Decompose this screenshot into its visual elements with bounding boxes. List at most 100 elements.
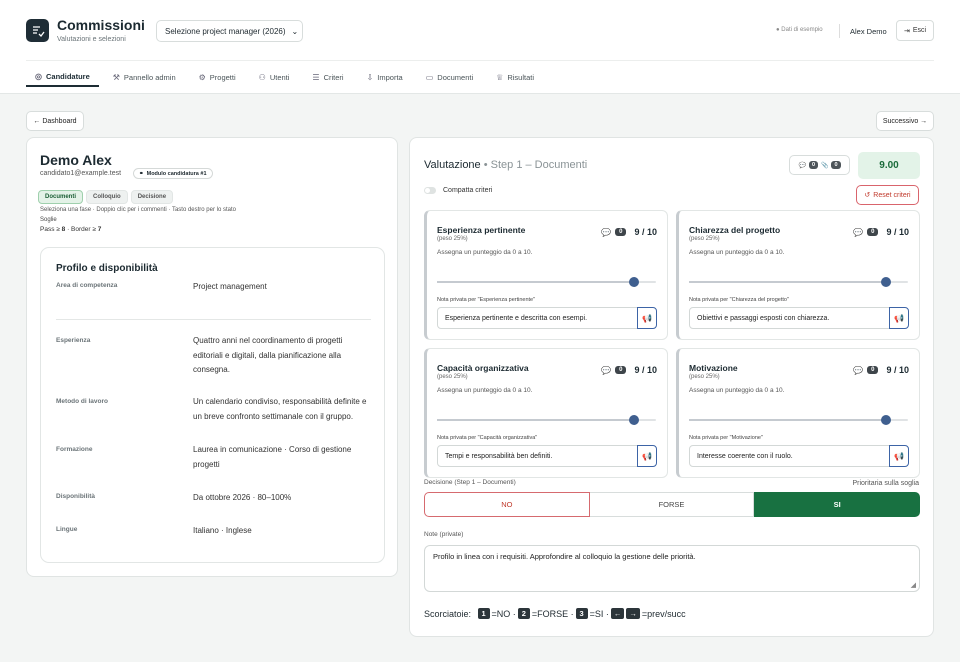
top-bar: Commissioni Valutazioni e selezioni Sele… xyxy=(0,0,960,94)
comments-icon[interactable]: 💬 xyxy=(601,366,611,375)
profile-value: Quattro anni nel coordinamento di proget… xyxy=(193,336,343,374)
tab-label: Criteri xyxy=(323,73,344,82)
next-button-label: Successivo → xyxy=(882,117,928,125)
pass-value: 8 xyxy=(61,226,66,233)
border-value: 7 xyxy=(97,226,102,233)
list-check-icon xyxy=(32,25,45,37)
user-name: Alex Demo xyxy=(850,27,887,36)
thresholds-label: Soglie xyxy=(40,217,57,223)
tab-risultati[interactable]: ♕ Risultati xyxy=(487,68,543,87)
profile-value: Italiano · Inglese xyxy=(193,526,252,535)
phase-tab-colloquio[interactable]: Colloquio xyxy=(86,190,128,204)
criterion-card: Motivazione (peso 25%) Assegna un punteggi… xyxy=(676,348,920,478)
dashboard-button[interactable]: ← Dashboard xyxy=(26,111,84,131)
tab-documenti[interactable]: ▭ Documenti xyxy=(417,68,482,87)
nav-icon: ⚙ xyxy=(198,73,206,82)
slider-handle[interactable] xyxy=(629,277,640,287)
tab-criteri[interactable]: ☰ Criteri xyxy=(303,68,352,87)
compact-criteria-toggle[interactable]: Compatta criteri xyxy=(424,187,492,194)
reset-criteria-label: Reset criteri xyxy=(873,191,911,199)
tab-label: Documenti xyxy=(437,73,474,82)
megaphone-icon[interactable]: 📢 xyxy=(637,445,657,467)
nav-icon: ⚒ xyxy=(112,73,120,82)
slider-handle[interactable] xyxy=(881,277,892,287)
profile-value: Laurea in comunicazione · Corso di gesti… xyxy=(193,445,352,469)
criterion-note-input[interactable]: Esperienza pertinente e descritta con es… xyxy=(437,307,638,329)
tab-progetti[interactable]: ⚙ Progetti xyxy=(190,68,245,87)
module-badge[interactable]: ⚭ Modulo candidatura #1 xyxy=(133,168,213,179)
phase-tab-documenti[interactable]: Documenti xyxy=(38,190,84,204)
next-button[interactable]: Successivo → xyxy=(876,111,934,131)
criterion-note-input[interactable]: Tempi e responsabilità ben definiti. xyxy=(437,445,638,467)
project-select[interactable]: Selezione project manager (2026) ⌄ xyxy=(156,20,303,42)
key-2-desc: =FORSE · xyxy=(531,608,574,619)
decision-group: NO FORSE SI xyxy=(424,492,921,517)
notes-textarea[interactable]: Profilo in linea con i requisiti. Approf… xyxy=(424,545,920,592)
tab-candidature[interactable]: ◎ Candidature xyxy=(26,68,99,87)
criterion-score-value: 9 / 10 xyxy=(634,365,657,375)
megaphone-icon[interactable]: 📢 xyxy=(889,445,909,467)
criterion-note-input[interactable]: Interesse coerente con il ruolo. xyxy=(689,445,890,467)
criterion-note-input[interactable]: Obiettivi e passaggi esposti con chiarez… xyxy=(689,307,890,329)
phase-tab-decisione[interactable]: Decisione xyxy=(130,190,174,204)
comments-counter[interactable]: 💬 0 📎 0 xyxy=(789,155,850,175)
candidate-email: candidato1@example.test xyxy=(40,170,122,177)
resize-handle-icon[interactable]: ◢ xyxy=(911,581,916,589)
main-nav: ◎ Candidature ⚒ Pannello admin ⚙ Progetti ⚇ Ute… xyxy=(26,68,548,88)
comments-icon[interactable]: 💬 xyxy=(853,228,863,237)
nav-icon: ♕ xyxy=(496,73,504,82)
criterion-comments-count: 0 xyxy=(615,366,627,374)
slider-handle[interactable] xyxy=(881,415,892,425)
criterion-note-label: Nota privata per "Capacità organizzativa… xyxy=(437,435,538,441)
thresholds-values: Pass ≥ 8 · Border ≥ 7 xyxy=(40,226,101,233)
logout-button[interactable]: ⇥ Esci xyxy=(896,20,934,41)
comments-icon[interactable]: 💬 xyxy=(601,228,611,237)
tab-utenti[interactable]: ⚇ Utenti xyxy=(250,68,299,87)
nav-icon: ▭ xyxy=(425,73,434,82)
score-slider[interactable] xyxy=(689,277,908,287)
profile-value: Da ottobre 2026 · 80–100% xyxy=(193,493,292,502)
evaluation-card: Valutazione • Step 1 – Documenti 💬 0 📎 0… xyxy=(409,137,934,637)
criterion-note-label: Nota privata per "Esperienza pertinente" xyxy=(437,297,536,303)
chevron-down-icon: ⌄ xyxy=(291,26,299,36)
criterion-instructions: Assegna un punteggio da 0 a 10. xyxy=(437,249,533,256)
decision-si-button[interactable]: SI xyxy=(754,492,921,517)
megaphone-icon[interactable]: 📢 xyxy=(637,307,657,329)
tab-importa[interactable]: ⇩ Importa xyxy=(358,68,412,87)
megaphone-icon[interactable]: 📢 xyxy=(889,307,909,329)
key-next: → xyxy=(626,608,640,619)
comments-icon[interactable]: 💬 xyxy=(853,366,863,375)
profile-label: Disponibilità xyxy=(56,493,95,500)
reset-criteria-button[interactable]: ↺ Reset criteri xyxy=(856,185,919,205)
header-separator xyxy=(26,60,934,61)
score-slider[interactable] xyxy=(437,415,656,425)
profile-separator xyxy=(56,319,371,320)
criterion-comments-count: 0 xyxy=(867,366,879,374)
score-slider[interactable] xyxy=(437,277,656,287)
key-nav-desc: =prev/succ xyxy=(641,608,686,619)
slider-fill xyxy=(689,419,887,421)
criterion-comments-count: 0 xyxy=(867,228,879,236)
score-slider[interactable] xyxy=(689,415,908,425)
criterion-instructions: Assegna un punteggio da 0 a 10. xyxy=(689,387,785,394)
decision-forse-button[interactable]: FORSE xyxy=(589,492,755,517)
criterion-weight: (peso 25%) xyxy=(437,236,468,242)
slider-handle[interactable] xyxy=(629,415,640,425)
total-score: 9.00 xyxy=(858,152,920,179)
notes-text: Profilo in linea con i requisiti. Approf… xyxy=(433,552,696,561)
decision-no-button[interactable]: NO xyxy=(424,492,590,517)
tab-pannello-admin[interactable]: ⚒ Pannello admin xyxy=(104,68,185,87)
demo-data-indicator[interactable]: ● Dati di esempio xyxy=(776,27,823,33)
key-1-desc: =NO · xyxy=(491,608,516,619)
notes-label: Note (private) xyxy=(424,531,464,538)
reset-icon: ↺ xyxy=(864,192,871,199)
toggle-switch[interactable] xyxy=(424,187,436,194)
criterion-score: 💬 0 9 / 10 xyxy=(853,365,909,375)
criterion-score: 💬 0 9 / 10 xyxy=(853,227,909,237)
phase-hint: Seleziona una fase · Doppio clic per i c… xyxy=(40,207,236,213)
app-logo[interactable] xyxy=(26,19,49,42)
nav-icon: ◎ xyxy=(35,72,42,81)
tab-label: Progetti xyxy=(209,73,236,82)
border-label: · Border ≥ xyxy=(67,226,96,233)
shortcuts-legend: Scorciatoie: 1 =NO · 2 =FORSE · 3 =SI · … xyxy=(424,608,686,619)
